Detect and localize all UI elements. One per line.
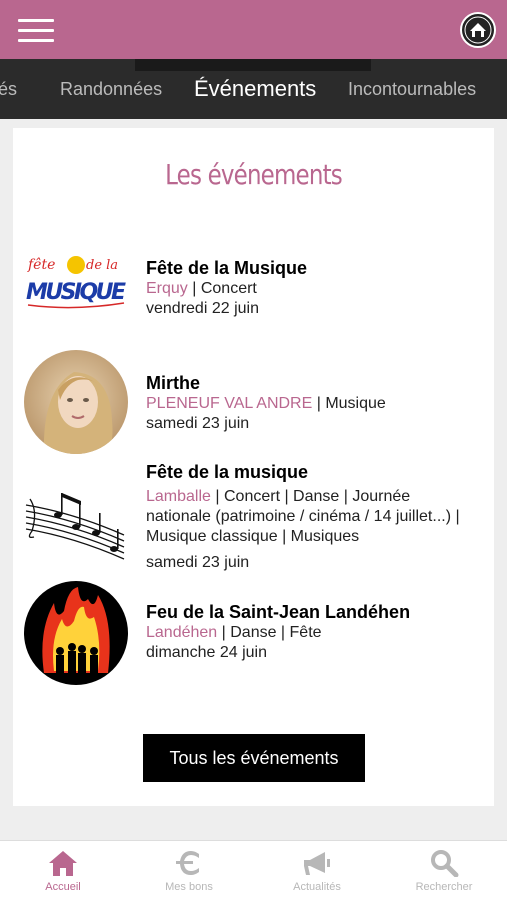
svg-text:de la: de la [86,258,118,273]
event-meta: Erquy | Concert [146,279,466,299]
nav-label: Mes bons [165,881,213,893]
event-categories: | Concert [187,280,257,297]
nav-actualites[interactable]: Actualités [254,841,380,900]
event-location[interactable]: PLENEUF VAL ANDRE [146,395,312,412]
bonfire-drawing [24,581,128,685]
nav-accueil[interactable]: Accueil [0,841,126,900]
tab-randonnees[interactable]: Randonnées [60,59,162,119]
event-categories: | Musique [312,395,386,412]
event-categories: | Danse | Fête [217,624,322,641]
bonfire-drawing-image [24,581,128,685]
event-location[interactable]: Lamballe [146,488,211,505]
event-date: vendredi 22 juin [146,300,259,317]
event-title: Mirthe [146,373,200,393]
portrait-photo-image [24,350,128,454]
tab-evenements[interactable]: Événements [194,59,316,119]
hamburger-icon[interactable] [18,18,54,44]
house-badge-icon[interactable] [460,12,496,48]
event-title: Fête de la musique [146,462,309,482]
event-title: Fête de la Musique [146,258,308,278]
search-icon [431,850,459,877]
category-tabs: és Randonnées Événements Incontournables [0,59,507,119]
music-notes-drawing-image [24,465,128,569]
page-title: Les événements [165,158,343,191]
nav-mes-bons[interactable]: Mes bons [126,841,252,900]
fete-musique-logo-image: fête de la MUSIQUE [24,225,130,329]
svg-text:MUSIQUE: MUSIQUE [26,280,126,305]
event-date: samedi 23 juin [146,554,250,571]
tab-incontournables[interactable]: Incontournables [348,59,476,119]
event-title: Feu de la Saint-Jean Landéhen [146,602,411,622]
event-meta: Lamballe | Concert | Danse | Journée nat… [146,487,466,547]
portrait-photo [24,350,128,454]
all-events-button[interactable]: Tous les événements [143,734,365,782]
event-date: samedi 23 juin [146,415,250,432]
nav-label: Accueil [45,881,81,893]
nav-label: Actualités [293,881,341,893]
euro-icon [176,851,199,875]
event-date: dimanche 24 juin [146,644,267,661]
nav-label: Rechercher [415,881,473,893]
fete-musique-logo: fête de la MUSIQUE [24,225,130,329]
event-meta: Landéhen | Danse | Fête [146,623,466,643]
svg-text:fête: fête [27,257,55,273]
home-icon [49,851,77,876]
tab-partial[interactable]: és [0,59,17,119]
event-meta: PLENEUF VAL ANDRE | Musique [146,394,466,414]
app-header [0,0,507,59]
event-location[interactable]: Erquy [146,280,188,297]
bottom-navigation: Accueil Mes bons Actualités Rechercher [0,840,507,900]
music-notes-drawing [24,465,128,569]
megaphone-icon [304,852,330,875]
event-location[interactable]: Landéhen [146,624,217,641]
nav-rechercher[interactable]: Rechercher [381,841,507,900]
